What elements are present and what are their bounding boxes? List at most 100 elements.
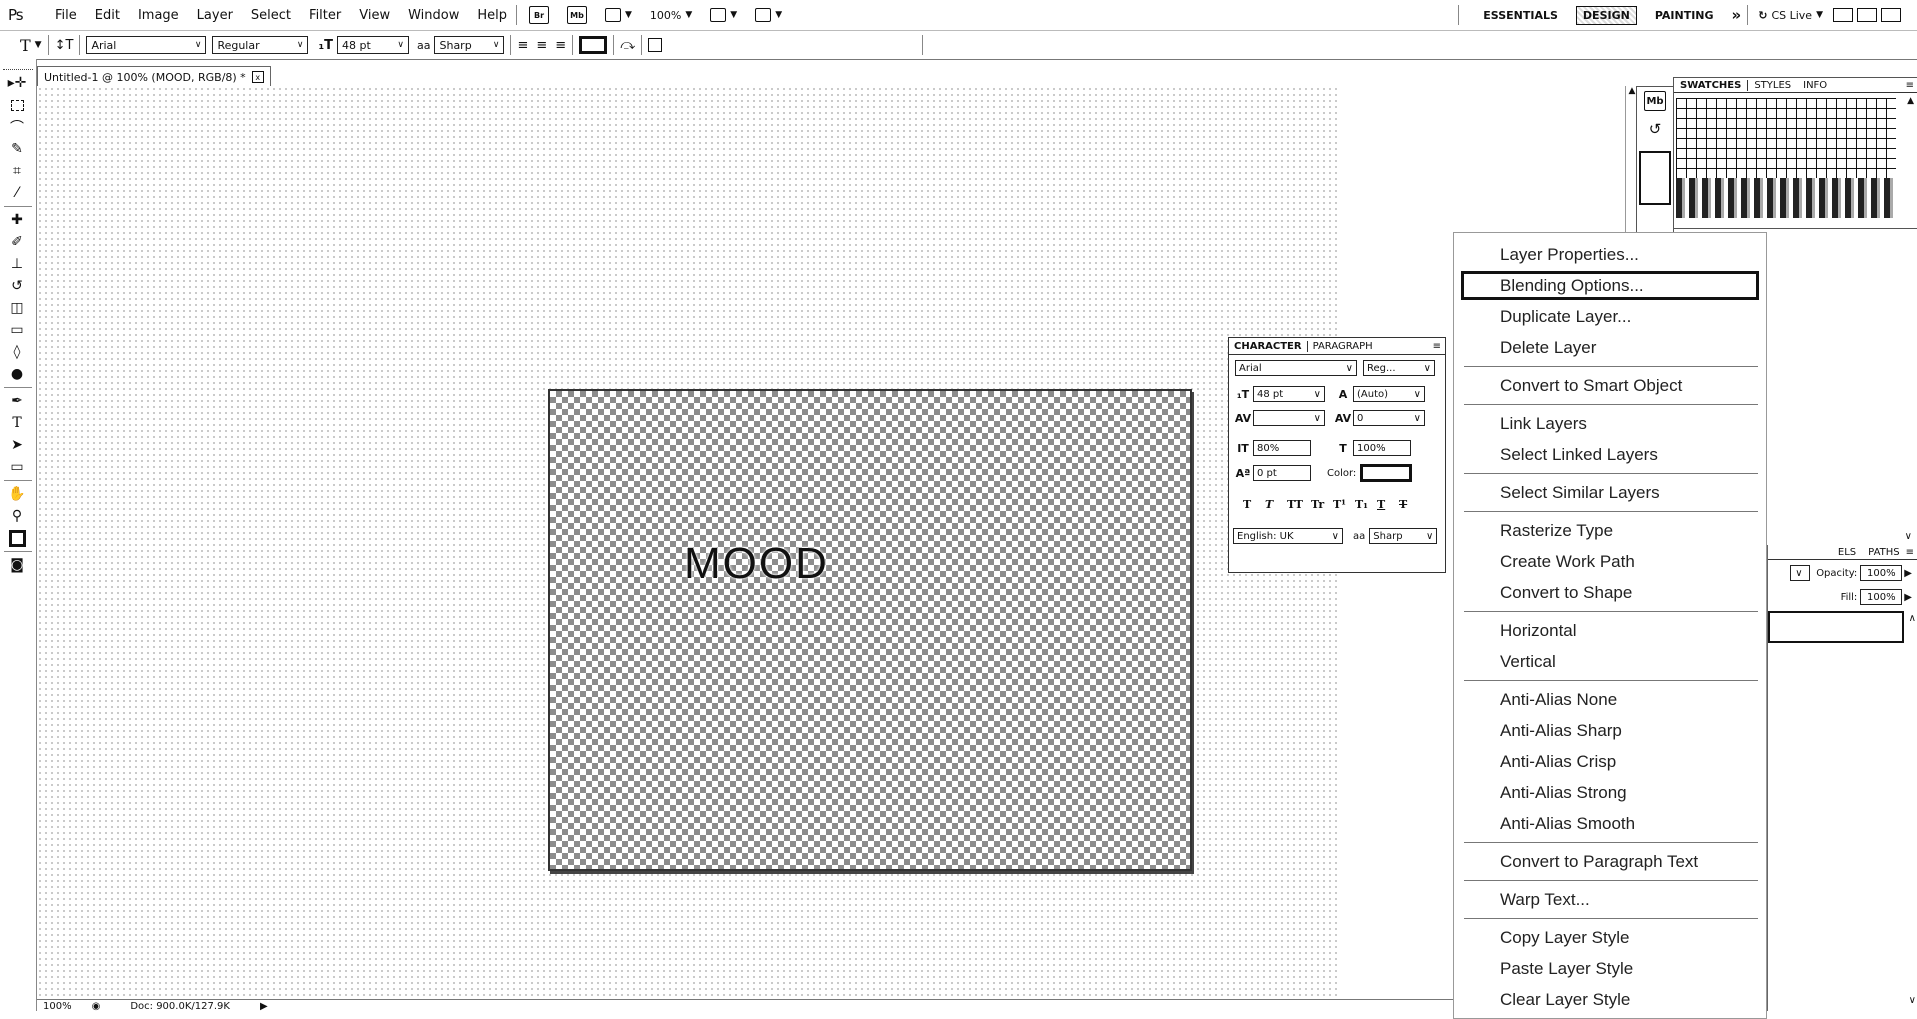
document-tab[interactable]: Untitled-1 @ 100% (MOOD, RGB/8) * x bbox=[37, 66, 271, 87]
fill-slider-button[interactable]: ▶ bbox=[1904, 592, 1912, 603]
faux-bold-button[interactable]: T bbox=[1243, 498, 1265, 511]
view-extras-button[interactable]: ▼ bbox=[605, 6, 632, 24]
eyedropper-tool-icon[interactable]: ⁄ bbox=[0, 182, 34, 204]
document-workspace[interactable]: MOOD bbox=[37, 86, 1337, 999]
bridge-button[interactable]: Br bbox=[529, 6, 549, 24]
menu-item-anti-alias-crisp[interactable]: Anti-Alias Crisp bbox=[1454, 746, 1766, 777]
minimize-button[interactable] bbox=[1833, 8, 1853, 22]
workspace-design[interactable]: DESIGN bbox=[1575, 5, 1637, 25]
strikethrough-button[interactable]: T bbox=[1399, 498, 1421, 511]
scroll-up-icon[interactable]: ▲ bbox=[1907, 96, 1914, 106]
menu-filter[interactable]: Filter bbox=[306, 8, 344, 23]
menu-item-blending-options[interactable]: Blending Options... bbox=[1460, 270, 1760, 301]
font-style-select[interactable]: Regular ∨ bbox=[212, 36, 309, 54]
menu-item-paste-layer-style[interactable]: Paste Layer Style bbox=[1454, 953, 1766, 984]
menu-item-create-work-path[interactable]: Create Work Path bbox=[1454, 546, 1766, 577]
tab-channels[interactable]: ELS bbox=[1832, 547, 1862, 558]
align-right-icon[interactable]: ≡ bbox=[555, 38, 566, 53]
menu-item-anti-alias-strong[interactable]: Anti-Alias Strong bbox=[1454, 777, 1766, 808]
marquee-tool-icon[interactable] bbox=[0, 94, 34, 116]
subscript-button[interactable]: T₁ bbox=[1355, 498, 1377, 511]
shape-tool-icon[interactable]: ▭ bbox=[0, 456, 34, 478]
menu-item-copy-layer-style[interactable]: Copy Layer Style bbox=[1454, 922, 1766, 953]
char-horizontal-scale-field[interactable]: 100% bbox=[1353, 440, 1411, 456]
warp-text-icon[interactable]: ⤼ bbox=[620, 37, 635, 53]
align-center-icon[interactable]: ≡ bbox=[536, 38, 547, 53]
toggle-orientation-icon[interactable]: ↕T bbox=[55, 38, 74, 53]
menu-file[interactable]: File bbox=[52, 8, 80, 23]
swatch-grid-lower[interactable] bbox=[1676, 178, 1896, 218]
menu-layer[interactable]: Layer bbox=[194, 8, 236, 23]
color-swatches-icon[interactable] bbox=[0, 527, 34, 549]
panel-menu-icon[interactable]: ≡ bbox=[1906, 547, 1914, 558]
char-font-family-select[interactable]: Arial ∨ bbox=[1235, 360, 1357, 376]
menu-item-warp-text[interactable]: Warp Text... bbox=[1454, 884, 1766, 915]
path-selection-tool-icon[interactable]: ➤ bbox=[0, 434, 34, 456]
tab-swatches[interactable]: SWATCHES bbox=[1674, 79, 1749, 91]
char-vertical-scale-field[interactable]: 80% bbox=[1253, 440, 1311, 456]
tab-info[interactable]: INFO bbox=[1797, 80, 1833, 91]
cs-live-button[interactable]: CS Live bbox=[1771, 9, 1812, 22]
status-info-icon[interactable]: ◉ bbox=[92, 1001, 101, 1012]
menu-item-layer-properties[interactable]: Layer Properties... bbox=[1454, 239, 1766, 270]
antialias-select[interactable]: Sharp ∨ bbox=[434, 36, 505, 54]
healing-brush-tool-icon[interactable]: ✚ bbox=[0, 209, 34, 231]
underline-button[interactable]: T bbox=[1377, 498, 1399, 511]
menu-item-select-linked-layers[interactable]: Select Linked Layers bbox=[1454, 439, 1766, 470]
status-menu-button[interactable]: ▶ bbox=[260, 1001, 268, 1012]
layer-row[interactable] bbox=[1768, 611, 1904, 643]
char-kerning-select[interactable]: ∨ bbox=[1253, 410, 1325, 426]
menu-item-convert-to-shape[interactable]: Convert to Shape bbox=[1454, 577, 1766, 608]
pen-tool-icon[interactable]: ✒ bbox=[0, 390, 34, 412]
close-window-button[interactable] bbox=[1881, 8, 1901, 22]
font-size-select[interactable]: 48 pt ∨ bbox=[337, 36, 409, 54]
clone-stamp-tool-icon[interactable]: ⊥ bbox=[0, 253, 34, 275]
workspace-essentials[interactable]: ESSENTIALS bbox=[1483, 9, 1558, 22]
brush-tool-icon[interactable]: ✐ bbox=[0, 231, 34, 253]
menu-image[interactable]: Image bbox=[135, 8, 182, 23]
workspace-painting[interactable]: PAINTING bbox=[1655, 9, 1714, 22]
panel-menu-icon[interactable]: ≡ bbox=[1906, 80, 1914, 91]
lasso-tool-icon[interactable]: ⌒ bbox=[0, 116, 34, 138]
quick-selection-tool-icon[interactable]: ✎ bbox=[0, 138, 34, 160]
font-family-select[interactable]: Arial ∨ bbox=[86, 36, 207, 54]
menu-item-link-layers[interactable]: Link Layers bbox=[1454, 408, 1766, 439]
menu-item-anti-alias-none[interactable]: Anti-Alias None bbox=[1454, 684, 1766, 715]
menu-item-rasterize-type[interactable]: Rasterize Type bbox=[1454, 515, 1766, 546]
history-icon[interactable]: ↺ bbox=[1641, 115, 1669, 143]
type-tool-preset[interactable]: T bbox=[20, 36, 31, 55]
menu-window[interactable]: Window bbox=[405, 8, 462, 23]
menu-item-clear-layer-style[interactable]: Clear Layer Style bbox=[1454, 984, 1766, 1015]
opacity-slider-button[interactable]: ▶ bbox=[1904, 568, 1912, 579]
char-leading-select[interactable]: (Auto) ∨ bbox=[1353, 386, 1425, 402]
character-panel-toggle-icon[interactable] bbox=[648, 38, 663, 52]
all-caps-button[interactable]: TT bbox=[1287, 498, 1311, 511]
status-zoom[interactable]: 100% bbox=[43, 1001, 72, 1012]
close-icon[interactable]: x bbox=[251, 71, 264, 83]
blend-mode-select[interactable]: ∨ bbox=[1790, 565, 1811, 581]
align-left-icon[interactable]: ≡ bbox=[517, 38, 528, 53]
move-tool-icon[interactable]: ▸✛ bbox=[0, 72, 34, 94]
panel-menu-icon[interactable]: ≡ bbox=[1433, 341, 1441, 352]
menu-edit[interactable]: Edit bbox=[92, 8, 123, 23]
dodge-tool-icon[interactable]: ● bbox=[0, 363, 34, 385]
canvas-text-layer[interactable]: MOOD bbox=[684, 539, 829, 589]
tab-styles[interactable]: STYLES bbox=[1748, 80, 1797, 91]
small-caps-button[interactable]: Tr bbox=[1311, 498, 1333, 511]
menu-item-anti-alias-sharp[interactable]: Anti-Alias Sharp bbox=[1454, 715, 1766, 746]
hand-tool-icon[interactable]: ✋ bbox=[0, 483, 34, 505]
restore-button[interactable] bbox=[1857, 8, 1877, 22]
minibridge-panel-button[interactable]: Mb bbox=[1644, 91, 1666, 111]
gradient-tool-icon[interactable]: ▭ bbox=[0, 319, 34, 341]
tab-paths[interactable]: PATHS bbox=[1862, 547, 1905, 558]
blur-tool-icon[interactable]: ◊ bbox=[0, 341, 34, 363]
tab-character[interactable]: CHARACTER bbox=[1229, 340, 1308, 352]
menu-view[interactable]: View bbox=[356, 8, 393, 23]
transparent-canvas[interactable]: MOOD bbox=[548, 389, 1192, 871]
swatch-grid[interactable] bbox=[1676, 98, 1896, 178]
menu-item-convert-to-smart-object[interactable]: Convert to Smart Object bbox=[1454, 370, 1766, 401]
type-tool-icon[interactable]: T bbox=[0, 412, 34, 434]
menu-item-select-similar-layers[interactable]: Select Similar Layers bbox=[1454, 477, 1766, 508]
zoom-level-button[interactable]: 100% ▼ bbox=[650, 6, 692, 24]
crop-tool-icon[interactable]: ⌗ bbox=[0, 160, 34, 182]
